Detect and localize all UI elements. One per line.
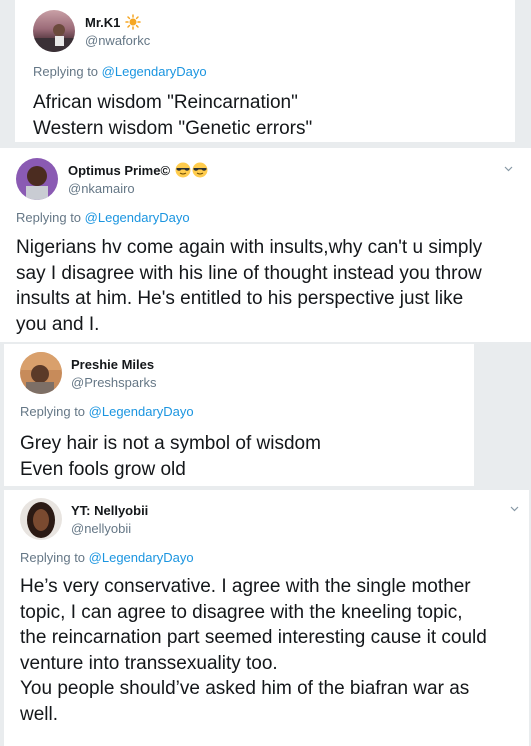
replying-to: Replying to @LegendaryDayo	[20, 404, 194, 419]
mention-link[interactable]: @LegendaryDayo	[89, 404, 194, 419]
avatar[interactable]	[16, 158, 58, 200]
chevron-down-icon[interactable]	[504, 164, 513, 173]
avatar[interactable]	[20, 498, 62, 540]
tweet-text: Nigerians hv come again with insults,why…	[16, 235, 526, 337]
tweet-line: venture into transsexuality too.	[20, 652, 278, 674]
tweet-line: say I disagree with his line of thought …	[16, 262, 482, 284]
display-name[interactable]: YT: Nellyobii	[71, 503, 148, 518]
replying-label: Replying to	[20, 550, 89, 565]
tweet-line: Western wisdom "Genetic errors"	[33, 117, 313, 139]
replying-to: Replying to @LegendaryDayo	[33, 64, 207, 79]
tweet-line: Grey hair is not a symbol of wisdom	[20, 433, 321, 454]
tweet-card[interactable]: YT: Nellyobii @nellyobii Replying to @Le…	[4, 490, 529, 746]
replying-to: Replying to @LegendaryDayo	[16, 210, 190, 225]
tweet-line: Nigerians hv come again with insults,why…	[16, 237, 483, 258]
tweet-line: African wisdom "Reincarnation"	[33, 92, 298, 113]
sun-emoji-icon	[125, 14, 141, 30]
profile-photo-icon	[26, 166, 48, 200]
avatar[interactable]	[33, 10, 75, 52]
replying-label: Replying to	[20, 404, 89, 419]
user-handle[interactable]: @nkamairo	[68, 181, 135, 196]
sunglasses-emoji-icon	[192, 162, 208, 178]
mention-link[interactable]: @LegendaryDayo	[102, 64, 207, 79]
tweet-text: African wisdom "Reincarnation" Western w…	[33, 90, 312, 141]
display-name[interactable]: Optimus Prime©	[68, 162, 208, 178]
display-name[interactable]: Mr.K1	[85, 14, 141, 30]
user-handle[interactable]: @Preshsparks	[71, 375, 156, 390]
replying-to: Replying to @LegendaryDayo	[20, 550, 194, 565]
display-name[interactable]: Preshie Miles	[71, 357, 154, 372]
tweet-line: the reincarnation part seemed interestin…	[20, 627, 487, 648]
tweet-line: Even fools grow old	[20, 458, 186, 480]
mention-link[interactable]: @LegendaryDayo	[85, 210, 190, 225]
tweet-line: you and I.	[16, 313, 100, 335]
tweet-text: He’s very conservative. I agree with the…	[20, 574, 525, 727]
user-handle[interactable]: @nwaforkc	[85, 33, 150, 48]
tweet-card[interactable]: Mr.K1 @nwaforkc Replying to @LegendaryDa…	[15, 0, 515, 142]
tweet-line: topic, I can agree to disagree with the …	[20, 601, 463, 623]
mention-link[interactable]: @LegendaryDayo	[89, 550, 194, 565]
tweet-text: Grey hair is not a symbol of wisdom Even…	[20, 431, 321, 482]
tweet-card[interactable]: Preshie Miles @Preshsparks Replying to @…	[4, 344, 474, 486]
replying-label: Replying to	[16, 210, 85, 225]
avatar[interactable]	[20, 352, 62, 394]
chevron-down-icon[interactable]	[510, 504, 519, 513]
tweet-line: well.	[20, 703, 59, 725]
tweet-card[interactable]: Optimus Prime© @nkamairo Replying to @Le…	[0, 148, 531, 342]
profile-photo-icon	[33, 24, 75, 52]
tweet-line: He’s very conservative. I agree with the…	[20, 576, 471, 597]
user-handle[interactable]: @nellyobii	[71, 521, 131, 536]
sunglasses-emoji-icon	[175, 162, 191, 178]
tweet-line: You people should’ve asked him of the bi…	[20, 678, 470, 699]
profile-photo-icon	[20, 352, 62, 394]
replying-label: Replying to	[33, 64, 102, 79]
profile-photo-icon	[27, 502, 55, 538]
tweet-line: insults at him. He's entitled to his per…	[16, 288, 464, 309]
